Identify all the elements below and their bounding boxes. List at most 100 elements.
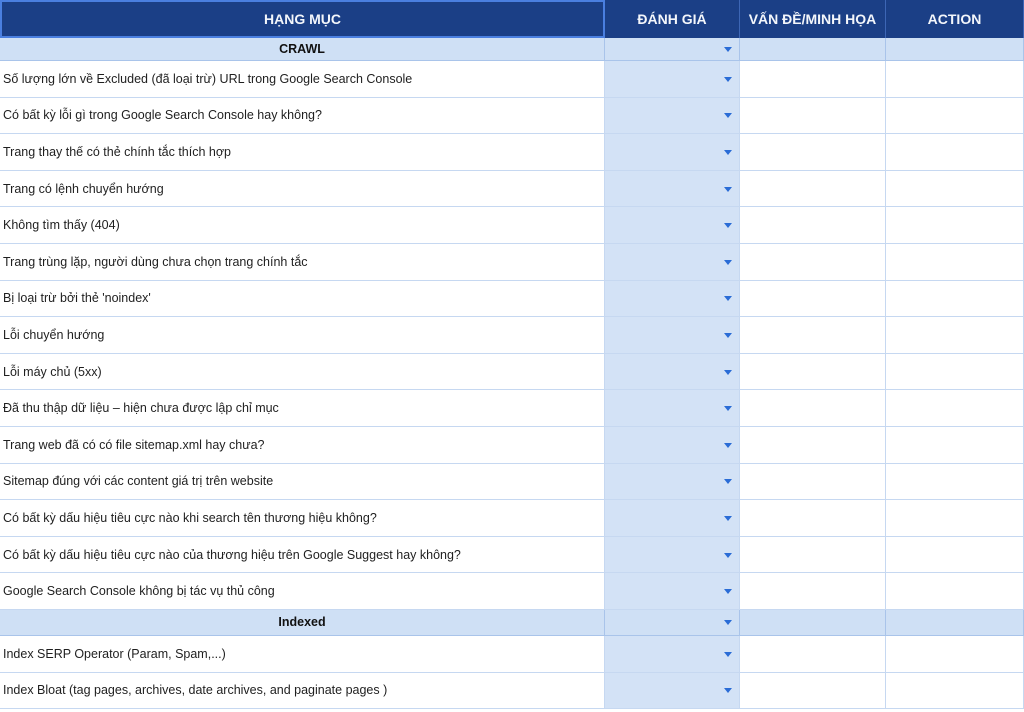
issue-cell[interactable] — [740, 243, 886, 281]
dropdown-arrow-icon[interactable] — [724, 223, 732, 229]
header-van-de[interactable]: VẤN ĐỀ/MINH HỌA — [740, 0, 886, 38]
category-cell[interactable]: Đã thu thập dữ liệu – hiện chưa được lập… — [0, 390, 605, 427]
issue-cell[interactable] — [740, 609, 886, 636]
issue-cell[interactable] — [740, 672, 886, 710]
section-title[interactable]: CRAWL — [0, 38, 605, 61]
category-cell[interactable]: Số lượng lớn về Excluded (đã loại trừ) U… — [0, 61, 605, 98]
issue-cell[interactable] — [740, 463, 886, 501]
dropdown-arrow-icon[interactable] — [724, 688, 732, 694]
rating-cell[interactable] — [605, 573, 740, 610]
rating-cell[interactable] — [605, 426, 740, 464]
category-cell[interactable]: Bị loại trừ bởi thẻ 'noindex' — [0, 280, 605, 318]
action-cell[interactable] — [886, 207, 1024, 244]
issue-cell[interactable] — [740, 170, 886, 208]
action-cell[interactable] — [886, 463, 1024, 501]
action-cell[interactable] — [886, 635, 1024, 673]
action-cell[interactable] — [886, 536, 1024, 574]
dropdown-arrow-icon[interactable] — [724, 149, 732, 155]
rating-cell[interactable] — [605, 170, 740, 208]
rating-cell[interactable] — [605, 609, 740, 636]
issue-cell[interactable] — [740, 317, 886, 354]
category-cell[interactable]: Google Search Console không bị tác vụ th… — [0, 573, 605, 610]
dropdown-arrow-icon[interactable] — [724, 186, 732, 192]
issue-cell[interactable] — [740, 61, 886, 98]
category-cell[interactable]: Có bất kỳ lỗi gì trong Google Search Con… — [0, 97, 605, 135]
dropdown-arrow-icon[interactable] — [724, 442, 732, 448]
rating-cell[interactable] — [605, 463, 740, 501]
action-cell[interactable] — [886, 97, 1024, 135]
issue-cell[interactable] — [740, 390, 886, 427]
section-title[interactable]: Indexed — [0, 609, 605, 636]
issue-cell[interactable] — [740, 500, 886, 537]
rating-cell[interactable] — [605, 672, 740, 710]
category-cell[interactable]: Index SERP Operator (Param, Spam,...) — [0, 635, 605, 673]
rating-cell[interactable] — [605, 38, 740, 61]
category-cell[interactable]: Có bất kỳ dấu hiệu tiêu cực nào khi sear… — [0, 500, 605, 537]
dropdown-arrow-icon[interactable] — [724, 620, 732, 626]
dropdown-arrow-icon[interactable] — [724, 332, 732, 338]
dropdown-arrow-icon[interactable] — [724, 47, 732, 52]
action-cell[interactable] — [886, 170, 1024, 208]
issue-cell[interactable] — [740, 635, 886, 673]
action-cell[interactable] — [886, 243, 1024, 281]
category-cell[interactable]: Index Bloat (tag pages, archives, date a… — [0, 672, 605, 710]
action-cell[interactable] — [886, 317, 1024, 354]
header-action[interactable]: ACTION — [886, 0, 1024, 38]
issue-cell[interactable] — [740, 207, 886, 244]
issue-cell[interactable] — [740, 536, 886, 574]
issue-cell[interactable] — [740, 426, 886, 464]
action-cell[interactable] — [886, 61, 1024, 98]
rating-cell[interactable] — [605, 500, 740, 537]
action-cell[interactable] — [886, 280, 1024, 318]
rating-cell[interactable] — [605, 317, 740, 354]
action-cell[interactable] — [886, 573, 1024, 610]
category-cell[interactable]: Trang có lệnh chuyển hướng — [0, 170, 605, 208]
dropdown-arrow-icon[interactable] — [724, 552, 732, 558]
category-cell[interactable]: Lỗi chuyển hướng — [0, 317, 605, 354]
rating-cell[interactable] — [605, 97, 740, 135]
dropdown-arrow-icon[interactable] — [724, 296, 732, 302]
dropdown-arrow-icon[interactable] — [724, 113, 732, 119]
header-hang-muc[interactable]: HẠNG MỤC — [0, 0, 605, 38]
rating-cell[interactable] — [605, 635, 740, 673]
category-cell[interactable]: Có bất kỳ dấu hiệu tiêu cực nào của thươ… — [0, 536, 605, 574]
dropdown-arrow-icon[interactable] — [724, 651, 732, 657]
issue-cell[interactable] — [740, 134, 886, 171]
action-cell[interactable] — [886, 426, 1024, 464]
header-danh-gia[interactable]: ĐÁNH GIÁ — [605, 0, 740, 38]
dropdown-arrow-icon[interactable] — [724, 589, 732, 595]
rating-cell[interactable] — [605, 243, 740, 281]
issue-cell[interactable] — [740, 38, 886, 61]
category-cell[interactable]: Trang web đã có có file sitemap.xml hay … — [0, 426, 605, 464]
rating-cell[interactable] — [605, 390, 740, 427]
action-cell[interactable] — [886, 500, 1024, 537]
dropdown-arrow-icon[interactable] — [724, 76, 732, 82]
rating-cell[interactable] — [605, 536, 740, 574]
table-row: Có bất kỳ dấu hiệu tiêu cực nào của thươ… — [0, 536, 1024, 574]
action-cell[interactable] — [886, 38, 1024, 61]
rating-cell[interactable] — [605, 134, 740, 171]
category-cell[interactable]: Trang thay thế có thẻ chính tắc thích hợ… — [0, 134, 605, 171]
category-cell[interactable]: Sitemap đúng với các content giá trị trê… — [0, 463, 605, 501]
dropdown-arrow-icon[interactable] — [724, 259, 732, 265]
category-cell[interactable]: Không tìm thấy (404) — [0, 207, 605, 244]
issue-cell[interactable] — [740, 573, 886, 610]
action-cell[interactable] — [886, 672, 1024, 710]
dropdown-arrow-icon[interactable] — [724, 515, 732, 521]
issue-cell[interactable] — [740, 280, 886, 318]
action-cell[interactable] — [886, 353, 1024, 391]
rating-cell[interactable] — [605, 280, 740, 318]
action-cell[interactable] — [886, 134, 1024, 171]
dropdown-arrow-icon[interactable] — [724, 369, 732, 375]
issue-cell[interactable] — [740, 353, 886, 391]
issue-cell[interactable] — [740, 97, 886, 135]
rating-cell[interactable] — [605, 353, 740, 391]
action-cell[interactable] — [886, 609, 1024, 636]
dropdown-arrow-icon[interactable] — [724, 406, 732, 412]
rating-cell[interactable] — [605, 61, 740, 98]
rating-cell[interactable] — [605, 207, 740, 244]
dropdown-arrow-icon[interactable] — [724, 479, 732, 485]
action-cell[interactable] — [886, 390, 1024, 427]
category-cell[interactable]: Trang trùng lặp, người dùng chưa chọn tr… — [0, 243, 605, 281]
category-cell[interactable]: Lỗi máy chủ (5xx) — [0, 353, 605, 391]
